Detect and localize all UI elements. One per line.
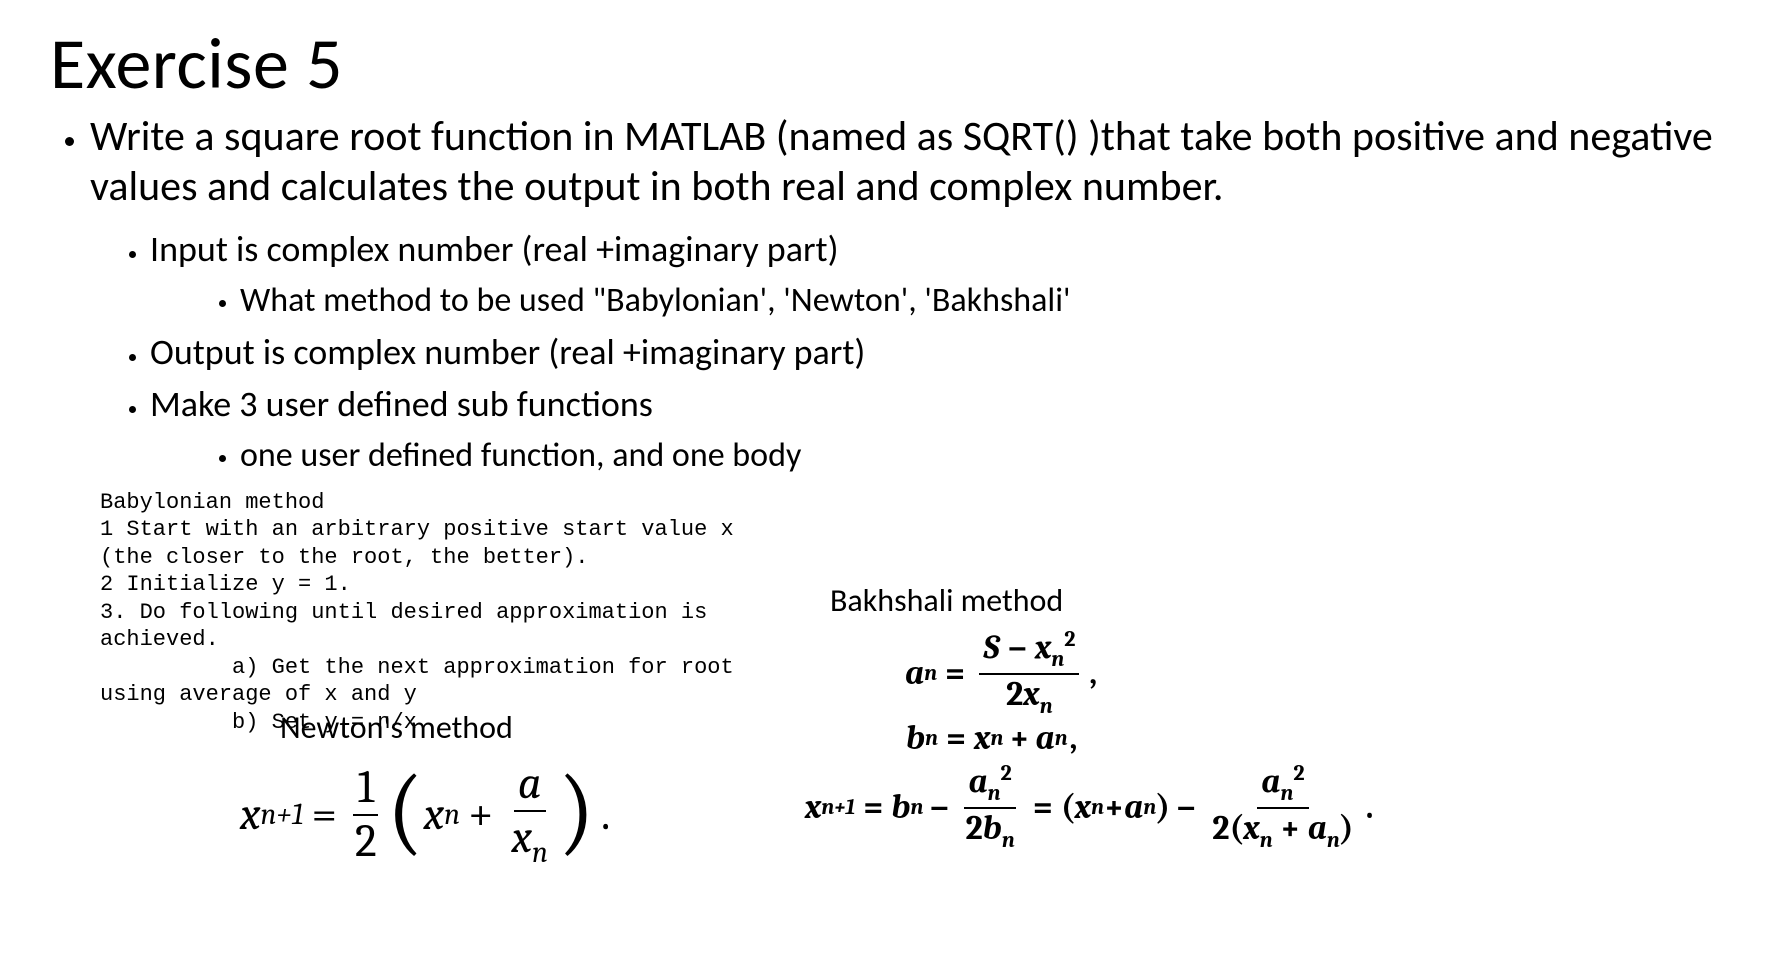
- babylonian-method-block: Babylonian method 1 Start with an arbitr…: [100, 461, 740, 736]
- bakhshali-bn-formula: bn = xn + an ,: [906, 718, 1077, 758]
- bakhshali-method-label: Bakhshali method: [830, 581, 1063, 620]
- babylonian-heading: Babylonian method: [100, 490, 324, 515]
- babylonian-step1: 1 Start with an arbitrary positive start…: [100, 517, 747, 570]
- babylonian-step2: 2 Initialize y = 1.: [100, 572, 351, 597]
- bullet-list-level2: Input is complex number (real +imaginary…: [90, 225, 1718, 479]
- bakhshali-xn1-formula: xn+1 = bn − an2 2bn = (xn + an) − an2 2(…: [805, 762, 1373, 852]
- bullet-output-text: Output is complex number (real +imaginar…: [150, 330, 865, 374]
- bullet-list-level1: Write a square root function in MATLAB (…: [50, 112, 1718, 479]
- newton-method-label: Newton's method: [280, 708, 513, 747]
- newton-formula: xn+1 = 12 ( xn + a xn ) .: [240, 760, 610, 870]
- bakhshali-an-formula: an = S − xn2 2xn ,: [905, 628, 1097, 718]
- bullet-subfunctions-text: Make 3 user defined sub functions: [150, 382, 653, 426]
- bullet-main: Write a square root function in MATLAB (…: [90, 112, 1718, 479]
- slide-title: Exercise 5: [50, 20, 1718, 108]
- bullet-method: What method to be used "Babylonian', 'Ne…: [240, 278, 1718, 324]
- bullet-main-text: Write a square root function in MATLAB (…: [90, 111, 1713, 212]
- slide: Exercise 5 Write a square root function …: [0, 0, 1768, 979]
- babylonian-step3: 3. Do following until desired approximat…: [100, 600, 721, 653]
- bullet-input-text: Input is complex number (real +imaginary…: [150, 227, 838, 271]
- bullet-input: Input is complex number (real +imaginary…: [150, 225, 1718, 323]
- bullet-output: Output is complex number (real +imaginar…: [150, 328, 1718, 377]
- bullet-list-level3a: What method to be used "Babylonian', 'Ne…: [150, 278, 1718, 324]
- babylonian-step3a: a) Get the next approximation for root u…: [100, 655, 747, 708]
- bullet-method-text: What method to be used "Babylonian', 'Ne…: [240, 280, 1071, 321]
